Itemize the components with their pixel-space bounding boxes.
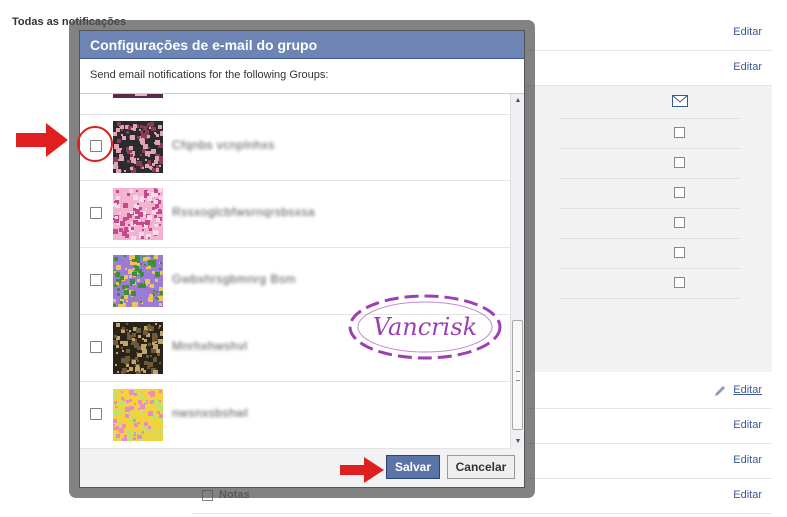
group-thumbnail xyxy=(113,255,163,307)
watermark-logo: Vancrisk xyxy=(348,294,502,360)
email-checkbox[interactable] xyxy=(674,217,685,228)
email-checkbox[interactable] xyxy=(674,127,685,138)
scroll-up-icon[interactable]: ▲ xyxy=(512,95,524,107)
group-checkbox[interactable] xyxy=(90,341,102,353)
group-list[interactable]: Cfqnbs vcnplnhxs Rssxoglcbfwsrnqrsbsxsa Gw… xyxy=(80,93,524,450)
scrollbar-thumb[interactable] xyxy=(512,320,523,430)
red-arrow-icon xyxy=(340,457,384,483)
group-name: nwsnxsbshwl xyxy=(172,406,249,420)
group-name: Mnrhxhwshvl xyxy=(172,339,248,353)
dialog-subtitle: Send email notifications for the followi… xyxy=(90,69,329,81)
group-thumbnail xyxy=(113,389,163,441)
cancel-button[interactable]: Cancelar xyxy=(447,455,515,479)
edit-link[interactable]: Editar xyxy=(733,454,762,466)
dialog-title: Configurações de e-mail do grupo xyxy=(80,31,524,59)
email-checkbox[interactable] xyxy=(674,277,685,288)
highlight-circle xyxy=(77,126,113,162)
email-checkbox[interactable] xyxy=(674,157,685,168)
group-name: Rssxoglcbfwsrnqrsbsxsa xyxy=(172,205,316,219)
group-checkbox[interactable] xyxy=(90,274,102,286)
group-checkbox[interactable] xyxy=(90,408,102,420)
list-item: Cfqnbs vcnplnhxs xyxy=(80,114,510,181)
edit-link[interactable]: Editar xyxy=(733,61,762,73)
email-checkbox[interactable] xyxy=(674,187,685,198)
group-checkbox[interactable] xyxy=(90,207,102,219)
group-thumbnail xyxy=(113,94,163,98)
envelope-icon xyxy=(672,95,688,107)
group-email-settings-dialog: Configurações de e-mail do grupo Send em… xyxy=(79,30,525,488)
edit-link[interactable]: Editar xyxy=(733,419,762,431)
scroll-down-icon[interactable]: ▼ xyxy=(512,436,524,448)
group-thumbnail xyxy=(113,322,163,374)
list-item: Rssxoglcbfwsrnqrsbsxsa xyxy=(80,181,510,248)
group-name: Gwbxhrsgbmnrg Bsm xyxy=(172,272,296,286)
list-item: nwsnxsbshwl xyxy=(80,382,510,449)
list-item xyxy=(80,94,510,115)
group-name: Cfqnbs vcnplnhxs xyxy=(172,138,275,152)
group-thumbnail xyxy=(113,188,163,240)
group-thumbnail xyxy=(113,121,163,173)
save-button[interactable]: Salvar xyxy=(386,455,440,479)
red-arrow-icon xyxy=(16,123,68,157)
scrollbar[interactable]: ▲ ▼ xyxy=(510,94,524,449)
pencil-icon xyxy=(715,386,725,396)
edit-link[interactable]: Editar xyxy=(733,489,762,501)
watermark-text: Vancrisk xyxy=(373,313,477,341)
edit-link[interactable]: Editar xyxy=(733,384,762,396)
email-checkbox[interactable] xyxy=(674,247,685,258)
edit-link[interactable]: Editar xyxy=(733,26,762,38)
